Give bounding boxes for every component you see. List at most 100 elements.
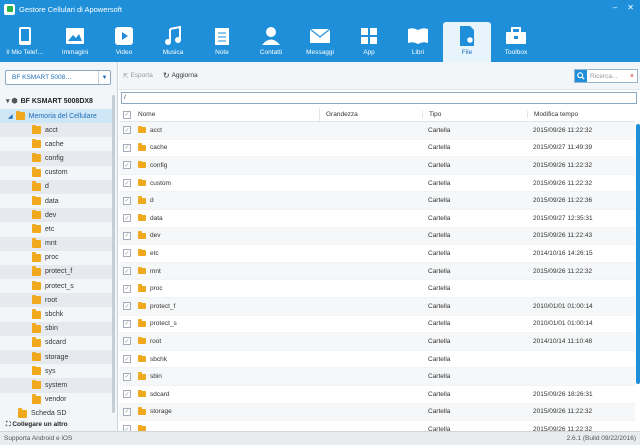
folder-icon [32,152,41,163]
tree-folder-item[interactable]: root [0,293,113,308]
tree-folder-item[interactable]: protect_s [0,279,113,293]
path-field[interactable]: / [121,92,637,104]
table-row[interactable]: ✓ d Cartella 2015/09/26 11:22:36 [119,192,635,210]
toolbar-label: App [363,49,375,56]
tree-folder-item[interactable]: system [0,378,113,393]
row-checkbox[interactable]: ✓ [123,249,131,258]
toolbar-apps-button[interactable]: App [345,22,393,62]
table-row[interactable]: ✓ mnt Cartella 2015/09/26 11:22:32 [119,262,635,281]
refresh-button[interactable]: ↻ Aggiorna [163,71,198,80]
row-checkbox[interactable]: ✓ [123,319,131,328]
row-checkbox[interactable]: ✓ [123,337,131,346]
table-row[interactable]: ✓ root Cartella 2014/10/14 11:10:48 [119,333,635,351]
table-row[interactable]: ✓ sbchk Cartella [119,351,635,369]
select-all-checkbox[interactable]: ✓ [123,110,131,119]
tree-folder-item[interactable]: storage [0,350,113,365]
tree-folder-item[interactable]: data [0,194,113,208]
table-row[interactable]: ✓ sdcard Cartella 2015/09/26 18:26:31 [119,386,635,404]
tree-folder-item[interactable]: sbchk [0,307,113,321]
row-checkbox[interactable]: ✓ [123,372,131,381]
toolbar-message-button[interactable]: Messaggi [296,22,344,62]
video-icon [113,25,135,47]
tree-folder-item[interactable]: custom [0,166,113,180]
toolbar-music-button[interactable]: Musica [149,22,197,62]
table-row[interactable]: ✓ data Cartella 2015/09/27 12:35:31 [119,210,635,228]
table-row[interactable]: ✓ Cartella 2015/09/26 11:22:32 [119,421,635,431]
row-checkbox[interactable]: ✓ [123,355,131,364]
row-checkbox[interactable]: ✓ [123,126,131,135]
tree-folder-item[interactable]: proc [0,251,113,265]
connect-another-link[interactable]: ⛶ Collegare un altro [0,421,117,431]
row-date: 2014/10/16 14:26:15 [533,249,593,257]
toolbar-note-button[interactable]: Note [198,22,246,62]
table-row[interactable]: ✓ storage Cartella 2015/09/26 11:22:32 [119,403,635,422]
tree-sd-node[interactable]: Scheda SD [0,407,113,421]
header-size[interactable]: Grandezza [319,108,422,121]
close-button[interactable]: ✕ [627,3,634,12]
row-checkbox[interactable]: ✓ [123,214,131,223]
table-row[interactable]: ✓ cache Cartella 2015/09/27 11:49:39 [119,140,635,158]
tree-folder-item[interactable]: mnt [0,236,113,251]
table-row[interactable]: ✓ config Cartella 2015/09/26 11:22:32 [119,157,635,175]
toolbar-phone-button[interactable]: Il Mio Telef… [0,22,50,62]
table-row[interactable]: ✓ etc Cartella 2014/10/16 14:26:15 [119,245,635,263]
toolbar-toolbox-button[interactable]: Toolbox [492,22,540,62]
toolbar-contact-button[interactable]: Contatti [247,22,295,62]
toolbar-book-button[interactable]: Libri [394,22,442,62]
tree-folder-item[interactable]: vendor [0,393,113,407]
export-button[interactable]: ⇱ Esporta [123,72,153,80]
folder-icon [138,301,146,310]
toolbar-label: Libri [411,49,425,56]
row-date: 2015/09/26 11:22:32 [533,267,593,275]
toolbar-image-button[interactable]: Immagini [51,22,99,62]
tree-folder-item[interactable]: sbin [0,321,113,336]
row-checkbox[interactable]: ✓ [123,179,131,188]
folder-icon [138,160,146,169]
tree-folder-item[interactable]: sdcard [0,336,113,350]
tree-folder-item[interactable]: protect_f [0,264,113,280]
device-selector[interactable]: BF KSMART 5008… ▼ [5,70,111,85]
chevron-down-icon[interactable]: ▼ [98,71,110,84]
table-row[interactable]: ✓ acct Cartella 2015/09/26 11:22:32 [119,122,635,140]
search-input[interactable]: Ricerca... [590,73,617,80]
tree-folder-item[interactable]: d [0,179,113,194]
row-checkbox[interactable]: ✓ [123,143,131,152]
row-checkbox[interactable]: ✓ [123,284,131,293]
table-scrollbar[interactable] [636,124,640,384]
header-type[interactable]: Tipo [422,111,527,118]
toolbar-file-button[interactable]: File [443,22,491,62]
toolbar-video-button[interactable]: Video [100,22,148,62]
table-row[interactable]: ✓ protect_f Cartella 2010/01/01 01:00:14 [119,297,635,316]
tree-folder-item[interactable]: acct [0,123,113,138]
tree-folder-item[interactable]: dev [0,208,113,223]
tree-folder-item[interactable]: config [0,151,113,166]
row-size [319,368,422,385]
table-row[interactable]: ✓ proc Cartella [119,280,635,298]
row-checkbox[interactable]: ✓ [123,196,131,205]
row-checkbox[interactable]: ✓ [123,231,131,240]
search-icon[interactable] [575,70,587,82]
tree-device-node[interactable]: ▾ ⬢ BF KSMART 5008DX8 [0,93,113,109]
table-row[interactable]: ✓ protect_s Cartella 2010/01/01 01:00:14 [119,316,635,334]
table-row[interactable]: ✓ dev Cartella 2015/09/26 11:22:43 [119,227,635,246]
header-date[interactable]: Modifica tempo [527,111,627,118]
tree-folder-item[interactable]: cache [0,137,113,151]
tree-memory-node[interactable]: ◢ Memoria del Cellulare [0,109,113,123]
row-checkbox[interactable]: ✓ [123,390,131,399]
clear-search-icon[interactable]: × [630,73,634,80]
table-row[interactable]: ✓ custom Cartella 2015/09/26 11:22:32 [119,175,635,193]
sidebar-scrollbar[interactable] [112,95,115,413]
tree-folder-item[interactable]: sys [0,364,113,378]
minimize-button[interactable]: – [613,3,617,12]
search-box[interactable]: Ricerca... × [574,69,638,83]
row-checkbox[interactable]: ✓ [123,267,131,276]
row-checkbox[interactable]: ✓ [123,161,131,170]
table-row[interactable]: ✓ sbin Cartella [119,368,635,386]
tree-folder-label: protect_s [45,282,74,290]
expand-icon[interactable]: ◢ [8,113,13,120]
header-name[interactable]: Nome [131,111,319,118]
folder-icon [138,125,146,134]
row-checkbox[interactable]: ✓ [123,407,131,416]
row-checkbox[interactable]: ✓ [123,302,131,311]
tree-folder-item[interactable]: etc [0,222,113,236]
